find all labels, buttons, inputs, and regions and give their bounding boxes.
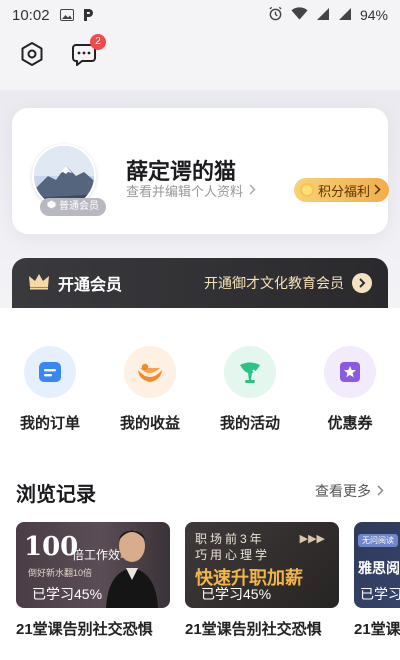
- wifi-icon: [291, 6, 308, 24]
- course-title: 21堂课告别社交恐惧: [185, 621, 322, 638]
- quick-action-label: 我的订单: [19, 415, 80, 432]
- thumb-caption-2: 巧用心理学: [195, 548, 271, 562]
- course-progress: 已学习: [360, 586, 400, 602]
- order-icon: [24, 346, 76, 398]
- presenter-image: [106, 530, 158, 608]
- thumb-caption: 职场前3年: [195, 532, 265, 546]
- edit-profile-label: 查看并编辑个人资料: [126, 184, 244, 199]
- quick-action-coupons[interactable]: 优惠券: [300, 346, 400, 433]
- course-card[interactable]: 100 倍工作效率 倒好新水翻10倍 已学习45% 21堂课告别社交恐惧: [16, 522, 170, 639]
- thumb-tag: 无问阅读: [358, 534, 398, 547]
- chevron-right-icon: [249, 183, 256, 198]
- see-more-label: 查看更多: [315, 483, 371, 499]
- status-bar: 10:02 94%: [0, 0, 400, 30]
- play-arrows-icon: ▶▶▶: [299, 533, 325, 545]
- course-title: 21堂课: [354, 621, 400, 638]
- course-card[interactable]: 职场前3年 巧用心理学 快速升职加薪 ▶▶▶ 已学习45% 21堂课告别社交恐惧: [185, 522, 339, 639]
- signal-icon-2: [338, 7, 352, 24]
- thumb-headline: 100: [24, 532, 79, 562]
- course-thumbnail[interactable]: 职场前3年 巧用心理学 快速升职加薪 ▶▶▶ 已学习45%: [185, 522, 339, 608]
- member-badge-icon: [47, 198, 56, 216]
- quick-action-label: 我的活动: [219, 415, 280, 432]
- status-time: 10:02: [12, 6, 50, 24]
- coin-icon: [300, 183, 314, 197]
- activity-icon: [224, 346, 276, 398]
- settings-icon[interactable]: [18, 40, 46, 68]
- vip-title: 开通会员: [58, 277, 123, 294]
- points-button-label: 积分福利: [318, 183, 371, 199]
- course-title: 21堂课告别社交恐惧: [16, 621, 153, 638]
- quick-action-activities[interactable]: 我的活动: [200, 346, 300, 433]
- course-thumbnail[interactable]: 100 倍工作效率 倒好新水翻10倍 已学习45%: [16, 522, 170, 608]
- course-progress: 已学习45%: [201, 586, 272, 602]
- chevron-right-icon: [374, 183, 381, 198]
- p-notification-icon: [82, 8, 94, 22]
- points-button[interactable]: 积分福利: [294, 178, 390, 202]
- thumb-headline: 雅思阅读: [358, 560, 400, 576]
- vip-arrow-icon[interactable]: [352, 273, 372, 293]
- earnings-icon: [124, 346, 176, 398]
- thumb-caption-small: 倒好新水翻10倍: [28, 568, 93, 578]
- message-badge: 2: [90, 34, 106, 50]
- course-card[interactable]: 无问阅读 雅思阅读 已学习 21堂课: [354, 522, 400, 639]
- history-title: 浏览记录: [16, 484, 96, 506]
- member-tag-label: 普通会员: [59, 201, 99, 212]
- alarm-icon: [268, 6, 283, 24]
- member-tag: 普通会员: [40, 198, 106, 216]
- crown-icon: [28, 272, 50, 295]
- vip-banner[interactable]: 开通会员 开通御才文化教育会员: [12, 258, 388, 308]
- battery-level: 94%: [359, 7, 388, 23]
- quick-action-label: 我的收益: [119, 415, 180, 432]
- gallery-icon: [59, 9, 74, 21]
- see-more-link[interactable]: 查看更多: [315, 481, 384, 501]
- top-bar: 2: [18, 34, 106, 68]
- quick-actions: 我的订单 我的收益 我的活动 优惠券: [0, 346, 400, 433]
- course-progress: 已学习45%: [32, 586, 103, 602]
- quick-action-earnings[interactable]: 我的收益: [100, 346, 200, 433]
- edit-profile-link[interactable]: 查看并编辑个人资料: [126, 181, 256, 200]
- quick-action-orders[interactable]: 我的订单: [0, 346, 100, 433]
- chevron-right-icon: [377, 483, 384, 499]
- course-thumbnail[interactable]: 无问阅读 雅思阅读 已学习: [354, 522, 400, 608]
- vip-subtitle: 开通御才文化教育会员: [204, 275, 344, 291]
- message-icon[interactable]: 2: [70, 34, 106, 68]
- quick-action-label: 优惠券: [327, 415, 373, 432]
- signal-icon: [316, 7, 330, 24]
- profile-card[interactable]: 普通会员 薛定谔的猫 查看并编辑个人资料 积分福利: [12, 108, 390, 234]
- coupon-icon: [324, 346, 376, 398]
